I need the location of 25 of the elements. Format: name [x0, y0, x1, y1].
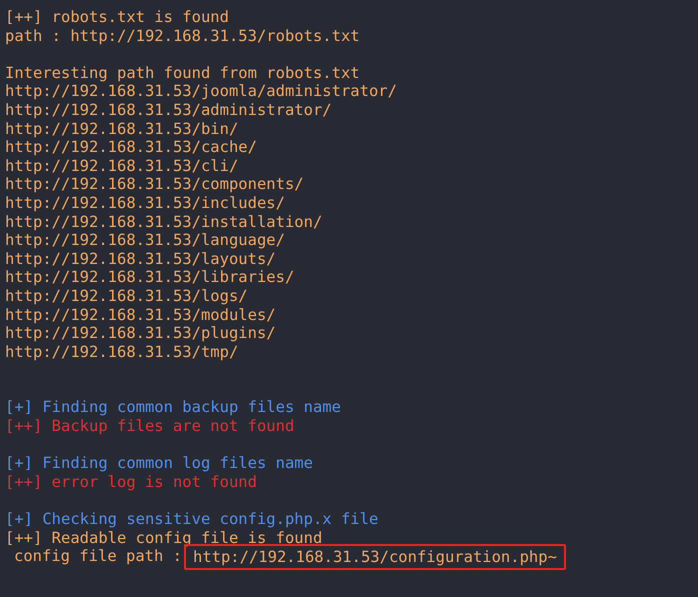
- output-line: http://192.168.31.53/cache/: [5, 138, 257, 156]
- output-line: http://192.168.31.53/tmp/: [5, 342, 238, 361]
- output-line: [++] robots.txt is found: [5, 8, 229, 26]
- output-line: http://192.168.31.53/includes/: [5, 194, 285, 212]
- output-line: http://192.168.31.53/layouts/: [5, 250, 276, 268]
- output-line: [+] Finding common backup files name: [5, 398, 341, 416]
- highlighted-path: http://192.168.31.53/configuration.php~: [184, 544, 566, 570]
- output-line: http://192.168.31.53/logs/: [5, 286, 248, 305]
- output-line: [+] Finding common log files name: [5, 454, 313, 472]
- output-line: http://192.168.31.53/administrator/: [5, 100, 332, 119]
- output-line: http://192.168.31.53/components/: [5, 175, 304, 194]
- output-line: http://192.168.31.53/language/: [5, 231, 285, 250]
- output-line: [++] Backup files are not found: [5, 417, 294, 436]
- output-line: http://192.168.31.53/bin/: [5, 120, 238, 138]
- output-line: http://192.168.31.53/modules/: [5, 306, 276, 324]
- output-line: path : http://192.168.31.53/robots.txt: [5, 26, 360, 45]
- output-line: http://192.168.31.53/joomla/administrator/: [5, 82, 397, 100]
- output-line: Interesting path found from robots.txt: [5, 64, 360, 82]
- output-line: http://192.168.31.53/installation/: [5, 212, 322, 231]
- output-line: config file path :: [14, 547, 182, 566]
- output-line: [+] Checking sensitive config.php.x file: [5, 510, 378, 528]
- output-line: http://192.168.31.53/cli/: [5, 156, 238, 175]
- output-line: [++] error log is not found: [5, 472, 257, 491]
- output-line: http://192.168.31.53/plugins/: [5, 324, 276, 342]
- output-line: http://192.168.31.53/libraries/: [5, 268, 294, 286]
